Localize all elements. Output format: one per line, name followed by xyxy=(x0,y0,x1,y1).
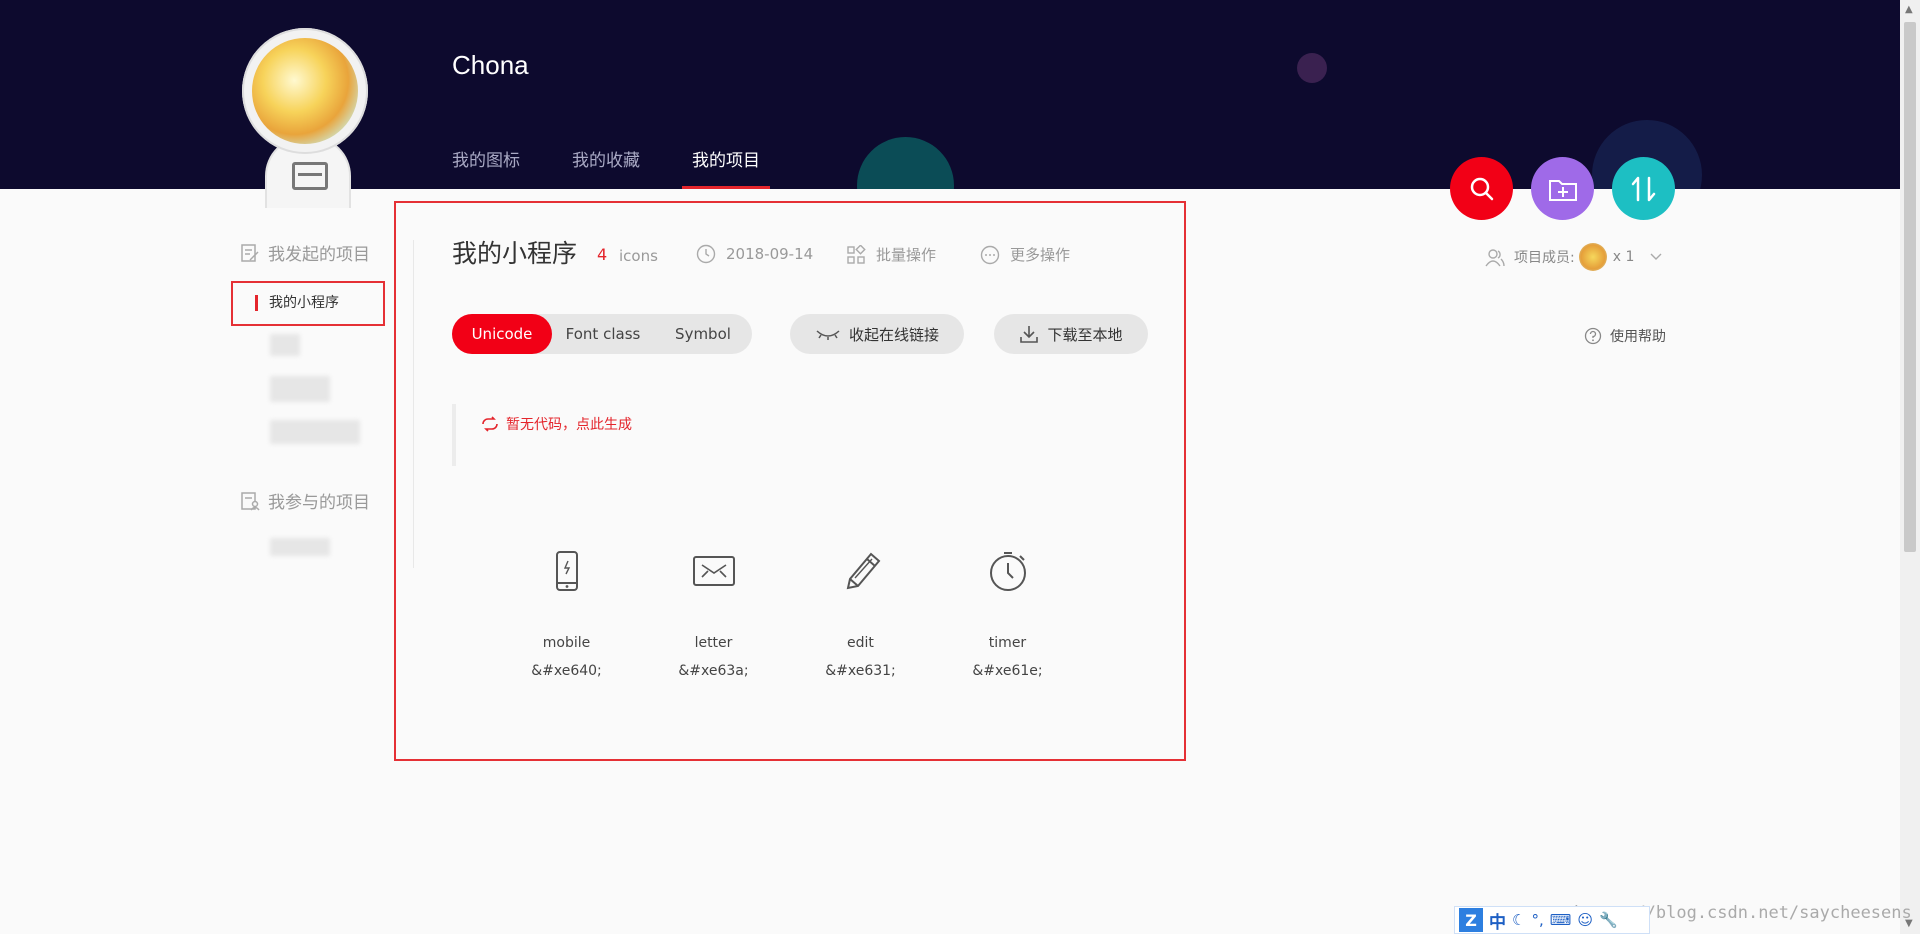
decorative-circle xyxy=(857,137,954,189)
batch-label: 批量操作 xyxy=(876,246,937,264)
id-card-icon xyxy=(292,162,328,190)
blurred-item xyxy=(270,538,330,556)
mobile-icon xyxy=(555,551,578,591)
avatar[interactable] xyxy=(242,28,372,208)
edit-icon xyxy=(846,552,880,590)
user-icon[interactable]: ☺ xyxy=(1577,911,1593,929)
icon-card-mobile[interactable]: mobile &#xe640; xyxy=(493,545,640,679)
letter-icon xyxy=(692,556,735,586)
chevron-down-icon xyxy=(1650,253,1662,260)
moon-icon[interactable]: ☾ xyxy=(1512,911,1525,929)
scrollbar[interactable]: ▲ ▼ xyxy=(1900,0,1920,934)
date-text: 2018-09-14 xyxy=(726,245,814,263)
eye-closed-icon xyxy=(816,330,840,340)
more-icon xyxy=(980,245,1000,264)
ime-logo-icon: Z xyxy=(1459,908,1483,932)
generate-code-text: 暂无代码，点此生成 xyxy=(506,417,632,433)
members-label: 项目成员: xyxy=(1514,250,1575,266)
search-icon xyxy=(1470,177,1493,200)
sidebar-group-joined[interactable]: 我参与的项目 xyxy=(240,488,370,513)
help-link[interactable]: 使用帮助 xyxy=(1584,326,1666,346)
sort-button[interactable] xyxy=(1612,157,1675,220)
icon-name: mobile xyxy=(542,635,591,651)
main-nav: 我的图标 我的收藏 我的项目 xyxy=(452,146,812,189)
keyboard-icon[interactable]: ⌨ xyxy=(1550,911,1572,929)
icon-name: timer xyxy=(988,635,1027,651)
icon-name: edit xyxy=(847,635,874,651)
timer-icon xyxy=(989,552,1026,591)
decorative-circle xyxy=(1297,53,1327,83)
project-title: 我的小程序 xyxy=(452,239,578,268)
scroll-up-icon[interactable]: ▲ xyxy=(1905,4,1913,15)
nav-my-icons[interactable]: 我的图标 xyxy=(452,146,520,187)
username: Chona xyxy=(452,50,529,80)
download-label: 下载至本地 xyxy=(1047,325,1123,344)
generate-code-link[interactable]: 暂无代码，点此生成 xyxy=(480,414,632,434)
ime-language[interactable]: 中 xyxy=(1489,908,1506,933)
icon-card-timer[interactable]: timer &#xe61e; xyxy=(934,545,1081,679)
icon-code: &#xe63a; xyxy=(678,663,749,679)
blurred-item xyxy=(270,376,330,402)
more-operations-button[interactable]: 更多操作 xyxy=(980,244,1070,265)
clock-icon xyxy=(696,244,716,264)
nav-my-projects[interactable]: 我的项目 xyxy=(682,146,770,189)
blurred-item xyxy=(270,420,360,444)
refresh-icon xyxy=(482,416,498,432)
folder-add-icon xyxy=(1548,179,1577,201)
icon-card-edit[interactable]: edit &#xe631; xyxy=(787,545,934,679)
icon-name: letter xyxy=(694,635,733,651)
sort-icon xyxy=(1631,176,1655,201)
download-icon xyxy=(1020,326,1039,343)
icon-code: &#xe640; xyxy=(531,663,602,679)
code-block-bar xyxy=(452,404,456,466)
sidebar-group-label: 我发起的项目 xyxy=(268,245,370,265)
download-button[interactable]: 下载至本地 xyxy=(994,314,1148,354)
ime-toolbar[interactable]: Z 中 ☾ °, ⌨ ☺ 🔧 xyxy=(1454,906,1650,934)
user-list-icon xyxy=(241,491,260,510)
code-type-tabs: Unicode Font class Symbol xyxy=(452,314,752,354)
grid-icon xyxy=(847,244,866,264)
edit-list-icon xyxy=(241,243,259,262)
tab-symbol[interactable]: Symbol xyxy=(654,314,752,354)
member-avatar xyxy=(1578,243,1607,271)
tab-font-class[interactable]: Font class xyxy=(552,314,654,354)
wrench-icon[interactable]: 🔧 xyxy=(1599,911,1618,929)
sidebar-item-my-miniprogram[interactable]: 我的小程序 xyxy=(253,292,339,312)
collapse-link-button[interactable]: 收起在线链接 xyxy=(790,314,964,354)
search-button[interactable] xyxy=(1450,157,1513,220)
icon-count: 4 xyxy=(597,245,608,264)
punctuation-icon[interactable]: °, xyxy=(1531,911,1543,929)
help-label: 使用帮助 xyxy=(1610,329,1666,345)
blurred-item xyxy=(270,334,300,356)
icon-code: &#xe61e; xyxy=(972,663,1043,679)
tab-unicode[interactable]: Unicode xyxy=(452,314,552,354)
batch-operations-button[interactable]: 批量操作 xyxy=(846,244,936,265)
icon-code: &#xe631; xyxy=(825,663,896,679)
help-icon xyxy=(1584,327,1602,345)
scroll-thumb[interactable] xyxy=(1904,22,1916,552)
icon-count-unit: icons xyxy=(619,247,658,265)
icon-grid: mobile &#xe640; letter &#xe63a; edit &#x… xyxy=(493,545,1081,679)
sidebar-group-started[interactable]: 我发起的项目 xyxy=(240,240,370,265)
nav-my-favorites[interactable]: 我的收藏 xyxy=(572,146,640,187)
more-label: 更多操作 xyxy=(1010,246,1071,264)
collapse-link-label: 收起在线链接 xyxy=(848,325,939,344)
new-folder-button[interactable] xyxy=(1531,157,1594,220)
icon-card-letter[interactable]: letter &#xe63a; xyxy=(640,545,787,679)
members-icon xyxy=(1485,249,1505,267)
project-date: 2018-09-14 xyxy=(696,244,813,264)
members-count: x 1 xyxy=(1612,249,1635,265)
sidebar-group-label: 我参与的项目 xyxy=(268,493,370,513)
project-members[interactable]: 项目成员: x 1 xyxy=(1484,243,1662,271)
